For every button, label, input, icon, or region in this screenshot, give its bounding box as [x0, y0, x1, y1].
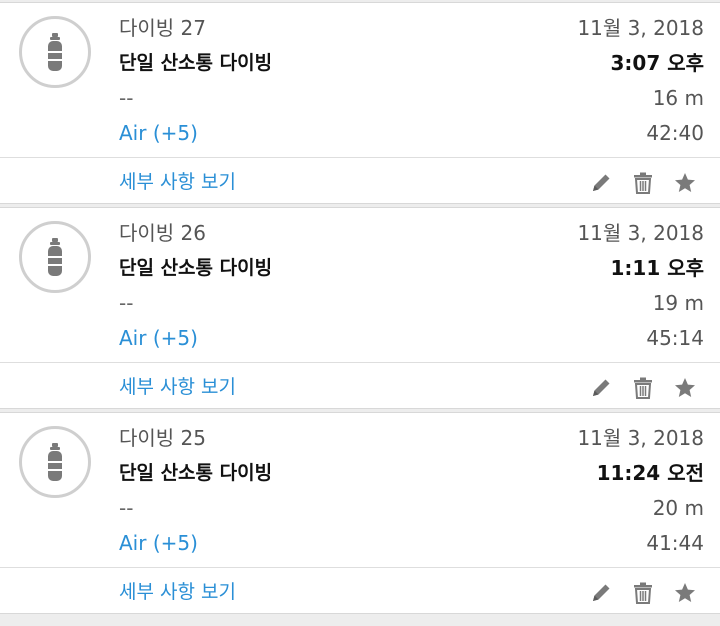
view-details-link[interactable]: 세부 사항 보기: [119, 374, 236, 400]
view-details-link[interactable]: 세부 사항 보기: [119, 169, 236, 195]
trash-icon[interactable]: [630, 170, 656, 196]
trash-icon[interactable]: [630, 580, 656, 606]
pencil-icon[interactable]: [588, 170, 614, 196]
card-actions: [588, 579, 698, 607]
pencil-icon[interactable]: [588, 375, 614, 401]
dive-time: 11:24 오전: [596, 461, 704, 485]
dive-card[interactable]: 다이빙 26 단일 산소통 다이빙 -- Air (+5) 11월 3, 201…: [0, 207, 720, 409]
trash-icon[interactable]: [630, 375, 656, 401]
tank-icon: [19, 221, 91, 293]
dive-type: 단일 산소통 다이빙: [119, 462, 273, 484]
card-actions: [588, 169, 698, 197]
dive-number: 다이빙 27: [119, 16, 207, 40]
star-icon[interactable]: [672, 375, 698, 401]
dive-card[interactable]: 다이빙 25 단일 산소통 다이빙 -- Air (+5) 11월 3, 201…: [0, 412, 720, 614]
view-details-link[interactable]: 세부 사항 보기: [119, 579, 236, 605]
tank-icon: [19, 16, 91, 88]
card-divider: [0, 567, 720, 568]
gas-mix: Air (+5): [119, 326, 198, 350]
dive-duration: 45:14: [646, 326, 704, 350]
card-divider: [0, 362, 720, 363]
gas-mix: Air (+5): [119, 121, 198, 145]
dive-type: 단일 산소통 다이빙: [119, 52, 273, 74]
max-depth: 20 m: [652, 496, 704, 520]
dive-notes: --: [119, 496, 134, 520]
dive-number: 다이빙 26: [119, 221, 207, 245]
star-icon[interactable]: [672, 170, 698, 196]
dive-date: 11월 3, 2018: [577, 16, 704, 40]
dive-date: 11월 3, 2018: [577, 221, 704, 245]
dive-notes: --: [119, 291, 134, 315]
dive-time: 1:11 오후: [610, 256, 704, 280]
card-divider: [0, 157, 720, 158]
dive-card[interactable]: 다이빙 27 단일 산소통 다이빙 -- Air (+5) 11월 3, 201…: [0, 2, 720, 204]
card-actions: [588, 374, 698, 402]
dive-log-list: 다이빙 27 단일 산소통 다이빙 -- Air (+5) 11월 3, 201…: [0, 0, 720, 626]
tank-icon: [19, 426, 91, 498]
max-depth: 16 m: [652, 86, 704, 110]
dive-type: 단일 산소통 다이빙: [119, 257, 273, 279]
max-depth: 19 m: [652, 291, 704, 315]
gas-mix: Air (+5): [119, 531, 198, 555]
pencil-icon[interactable]: [588, 580, 614, 606]
dive-duration: 42:40: [646, 121, 704, 145]
dive-notes: --: [119, 86, 134, 110]
dive-number: 다이빙 25: [119, 426, 207, 450]
dive-date: 11월 3, 2018: [577, 426, 704, 450]
star-icon[interactable]: [672, 580, 698, 606]
dive-time: 3:07 오후: [610, 51, 704, 75]
dive-duration: 41:44: [646, 531, 704, 555]
